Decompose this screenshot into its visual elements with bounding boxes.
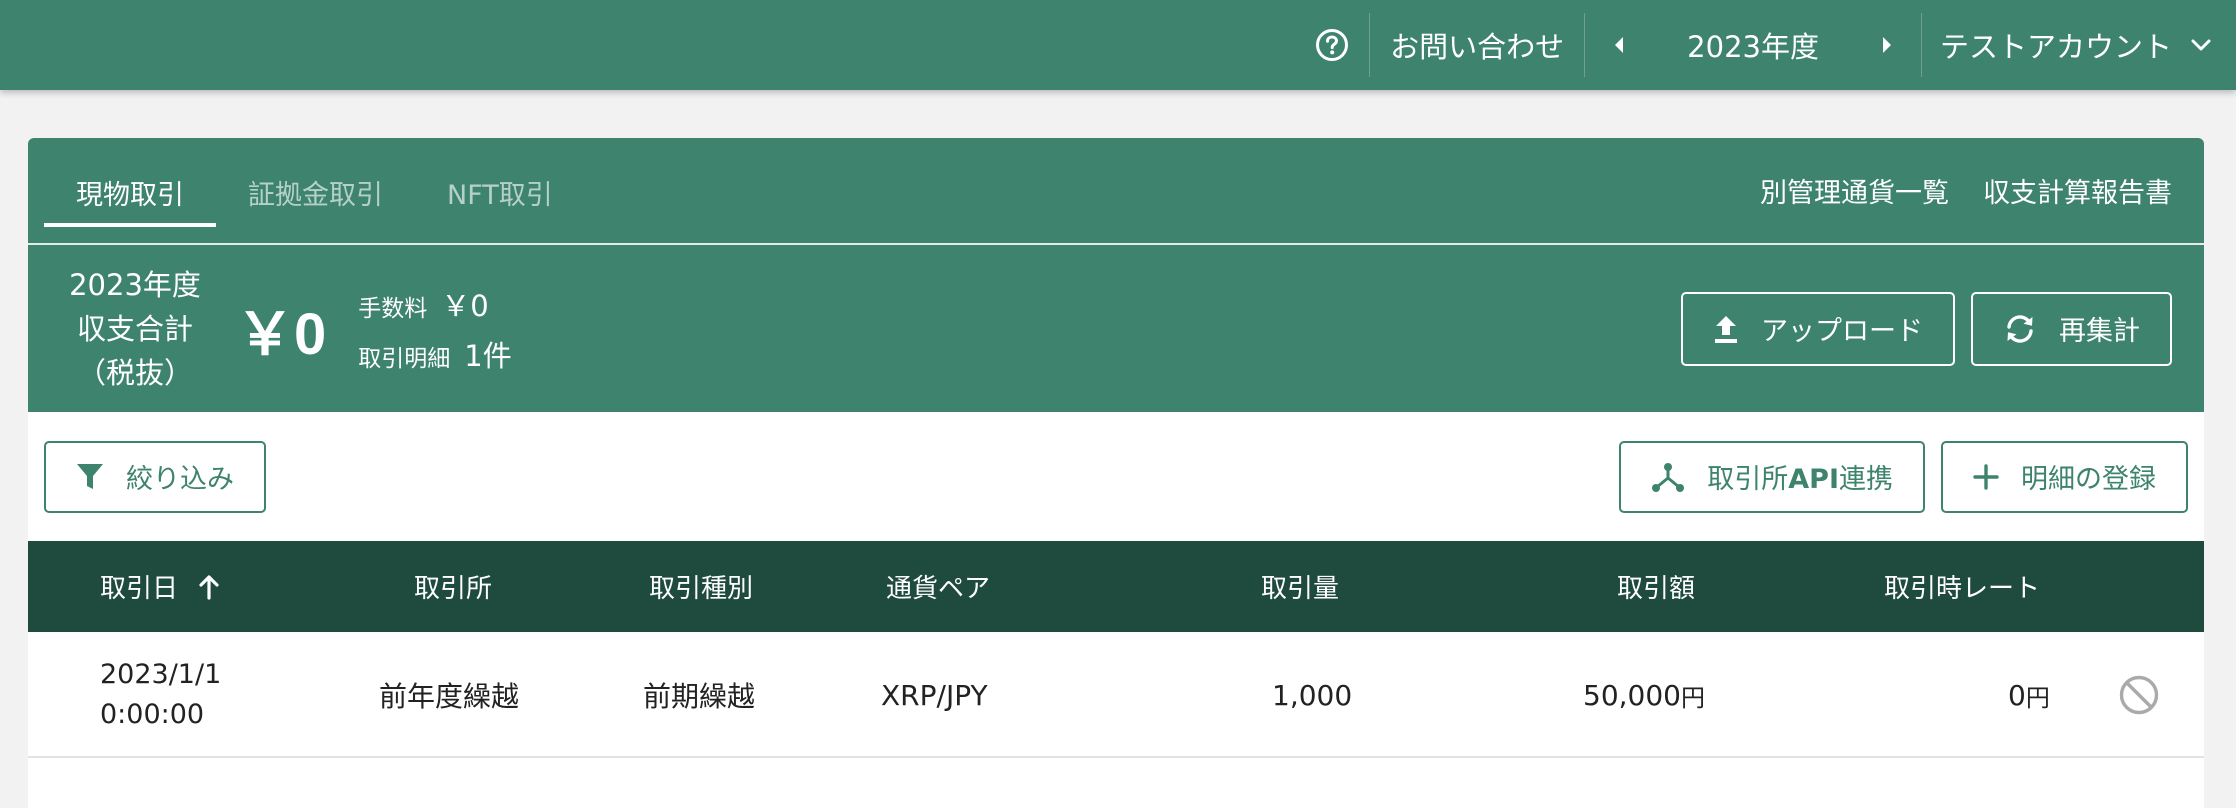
- sort-arrow-up-icon: [199, 574, 219, 600]
- contact-button[interactable]: お問い合わせ: [1370, 0, 1584, 90]
- summary-tax-note: （税抜）: [76, 355, 193, 390]
- col-amount-label: 取引額: [1617, 574, 1696, 604]
- col-date-label: 取引日: [100, 574, 179, 604]
- transactions-card: 現物取引 証拠金取引 NFT取引 別管理通貨一覧 収支計算報告書 2023年度 …: [28, 138, 2204, 808]
- amount-unit: 円: [1680, 683, 1705, 712]
- recalculate-label: 再集計: [2059, 316, 2140, 347]
- col-date-header[interactable]: 取引日: [100, 541, 220, 632]
- summary-details: 手数料 ￥0 取引明細 1件: [358, 283, 511, 375]
- toolbar-actions: 取引所API連携 明細の登録: [1619, 440, 2188, 513]
- exchange-api-button[interactable]: 取引所API連携: [1619, 440, 1925, 513]
- summary-row: 2023年度 収支合計 （税抜） ￥0 手数料 ￥0 取引明細 1件 アップロー…: [28, 245, 2204, 412]
- account-menu-button[interactable]: テストアカウント: [1922, 0, 2212, 90]
- summary-title: 収支合計: [76, 311, 193, 346]
- col-volume-header: 取引量: [1261, 541, 1339, 632]
- rate-cell: 0円: [2008, 632, 2050, 758]
- top-bar: お問い合わせ 2023年度 テストアカウント: [0, 0, 2236, 90]
- card-header: 現物取引 証拠金取引 NFT取引 別管理通貨一覧 収支計算報告書 2023年度 …: [28, 138, 2204, 412]
- year-label: 2023年度: [1687, 30, 1819, 64]
- rate-value: 0: [2008, 678, 2026, 712]
- tab-nft[interactable]: NFT取引: [415, 142, 585, 243]
- tab-label: NFT取引: [447, 180, 553, 211]
- time-value: 0:00:00: [100, 699, 205, 730]
- col-exchange-header: 取引所: [414, 541, 492, 632]
- year-selector: 2023年度: [1585, 0, 1921, 90]
- next-year-button[interactable]: [1875, 33, 1899, 57]
- prev-year-button[interactable]: [1607, 33, 1631, 57]
- exchange-cell: 前年度繰越: [379, 680, 520, 713]
- volume-cell: 1,000: [1272, 678, 1353, 712]
- type-cell: 前期繰越: [643, 680, 756, 713]
- upload-icon: [1715, 315, 1737, 343]
- col-pair-header: 通貨ペア: [886, 541, 990, 632]
- help-button[interactable]: [1315, 0, 1369, 90]
- tab-label: 現物取引: [76, 180, 184, 211]
- fee-label: 手数料: [358, 295, 428, 322]
- api-label-prefix: 取引所: [1707, 464, 1789, 495]
- tab-margin[interactable]: 証拠金取引: [216, 142, 415, 243]
- api-label-suffix: 連携: [1839, 464, 1893, 495]
- api-network-icon: [1652, 462, 1685, 492]
- refresh-icon: [2007, 314, 2033, 343]
- count-label: 取引明細: [358, 345, 451, 372]
- upload-button[interactable]: アップロード: [1681, 291, 1955, 366]
- add-entry-button[interactable]: 明細の登録: [1941, 440, 2188, 513]
- recalculate-button[interactable]: 再集計: [1971, 291, 2172, 366]
- date-value: 2023/1/1: [100, 659, 222, 690]
- summary-info: 2023年度 収支合計 （税抜） ￥0 手数料 ￥0 取引明細 1件: [60, 263, 512, 395]
- block-icon: [2119, 675, 2159, 715]
- add-entry-label: 明細の登録: [2021, 464, 2156, 495]
- exclude-button[interactable]: [2118, 632, 2160, 758]
- chevron-down-icon: [2190, 38, 2212, 52]
- amount-value: 50,000: [1583, 678, 1681, 712]
- upload-label: アップロード: [1761, 316, 1923, 347]
- tabs-row: 現物取引 証拠金取引 NFT取引 別管理通貨一覧 収支計算報告書: [28, 138, 2204, 245]
- filter-label: 絞り込み: [126, 464, 234, 495]
- count-value: 1件: [464, 338, 512, 373]
- summary-actions: アップロード 再集計: [1681, 291, 2172, 366]
- amount-cell: 50,000 円: [1583, 632, 1705, 758]
- currency-list-link[interactable]: 別管理通貨一覧: [1760, 171, 1949, 210]
- caret-left-icon: [1615, 37, 1624, 53]
- rate-unit: 円: [2025, 683, 2050, 712]
- report-link[interactable]: 収支計算報告書: [1983, 171, 2172, 210]
- col-exchange-label: 取引所: [414, 574, 493, 604]
- table-header: 取引日 取引所 取引種別 通貨ペア 取引量 取引額 取引時レート: [28, 541, 2204, 632]
- col-pair-label: 通貨ペア: [886, 574, 991, 604]
- summary-label: 2023年度 収支合計 （税抜）: [60, 263, 210, 395]
- col-volume-label: 取引量: [1261, 574, 1340, 604]
- caret-right-icon: [1882, 37, 1891, 53]
- fee-line: 手数料 ￥0: [358, 283, 511, 325]
- tab-spot[interactable]: 現物取引: [44, 142, 216, 243]
- summary-year: 2023年度: [69, 267, 201, 302]
- tab-label: 証拠金取引: [248, 180, 383, 211]
- exchange-api-label: 取引所API連携: [1707, 457, 1893, 496]
- pair-cell: XRP/JPY: [881, 678, 988, 712]
- filter-button[interactable]: 絞り込み: [44, 440, 266, 513]
- header-links: 別管理通貨一覧 収支計算報告書: [1760, 138, 2188, 243]
- table-row[interactable]: 2023/1/1 0:00:00 前年度繰越 前期繰越 XRP/JPY 1,00…: [28, 632, 2204, 758]
- api-label-bold: API: [1788, 464, 1839, 495]
- count-line: 取引明細 1件: [358, 333, 511, 375]
- account-label: テストアカウント: [1939, 30, 2172, 64]
- col-rate-label: 取引時レート: [1884, 574, 2041, 604]
- col-rate-header: 取引時レート: [1884, 541, 2040, 632]
- plus-icon: [1973, 463, 1999, 490]
- trade-tabs: 現物取引 証拠金取引 NFT取引: [44, 138, 585, 243]
- filter-icon: [77, 463, 103, 489]
- fee-value: ￥0: [441, 288, 489, 323]
- contact-label: お問い合わせ: [1390, 30, 1565, 64]
- table-toolbar: 絞り込み 取引所API連携 明細の登録: [28, 412, 2204, 541]
- col-amount-header: 取引額: [1617, 541, 1695, 632]
- summary-total: ￥0: [236, 301, 327, 367]
- date-cell: 2023/1/1 0:00:00: [100, 632, 221, 758]
- col-type-label: 取引種別: [649, 574, 754, 604]
- question-circle-icon: [1316, 29, 1349, 61]
- col-type-header: 取引種別: [649, 541, 753, 632]
